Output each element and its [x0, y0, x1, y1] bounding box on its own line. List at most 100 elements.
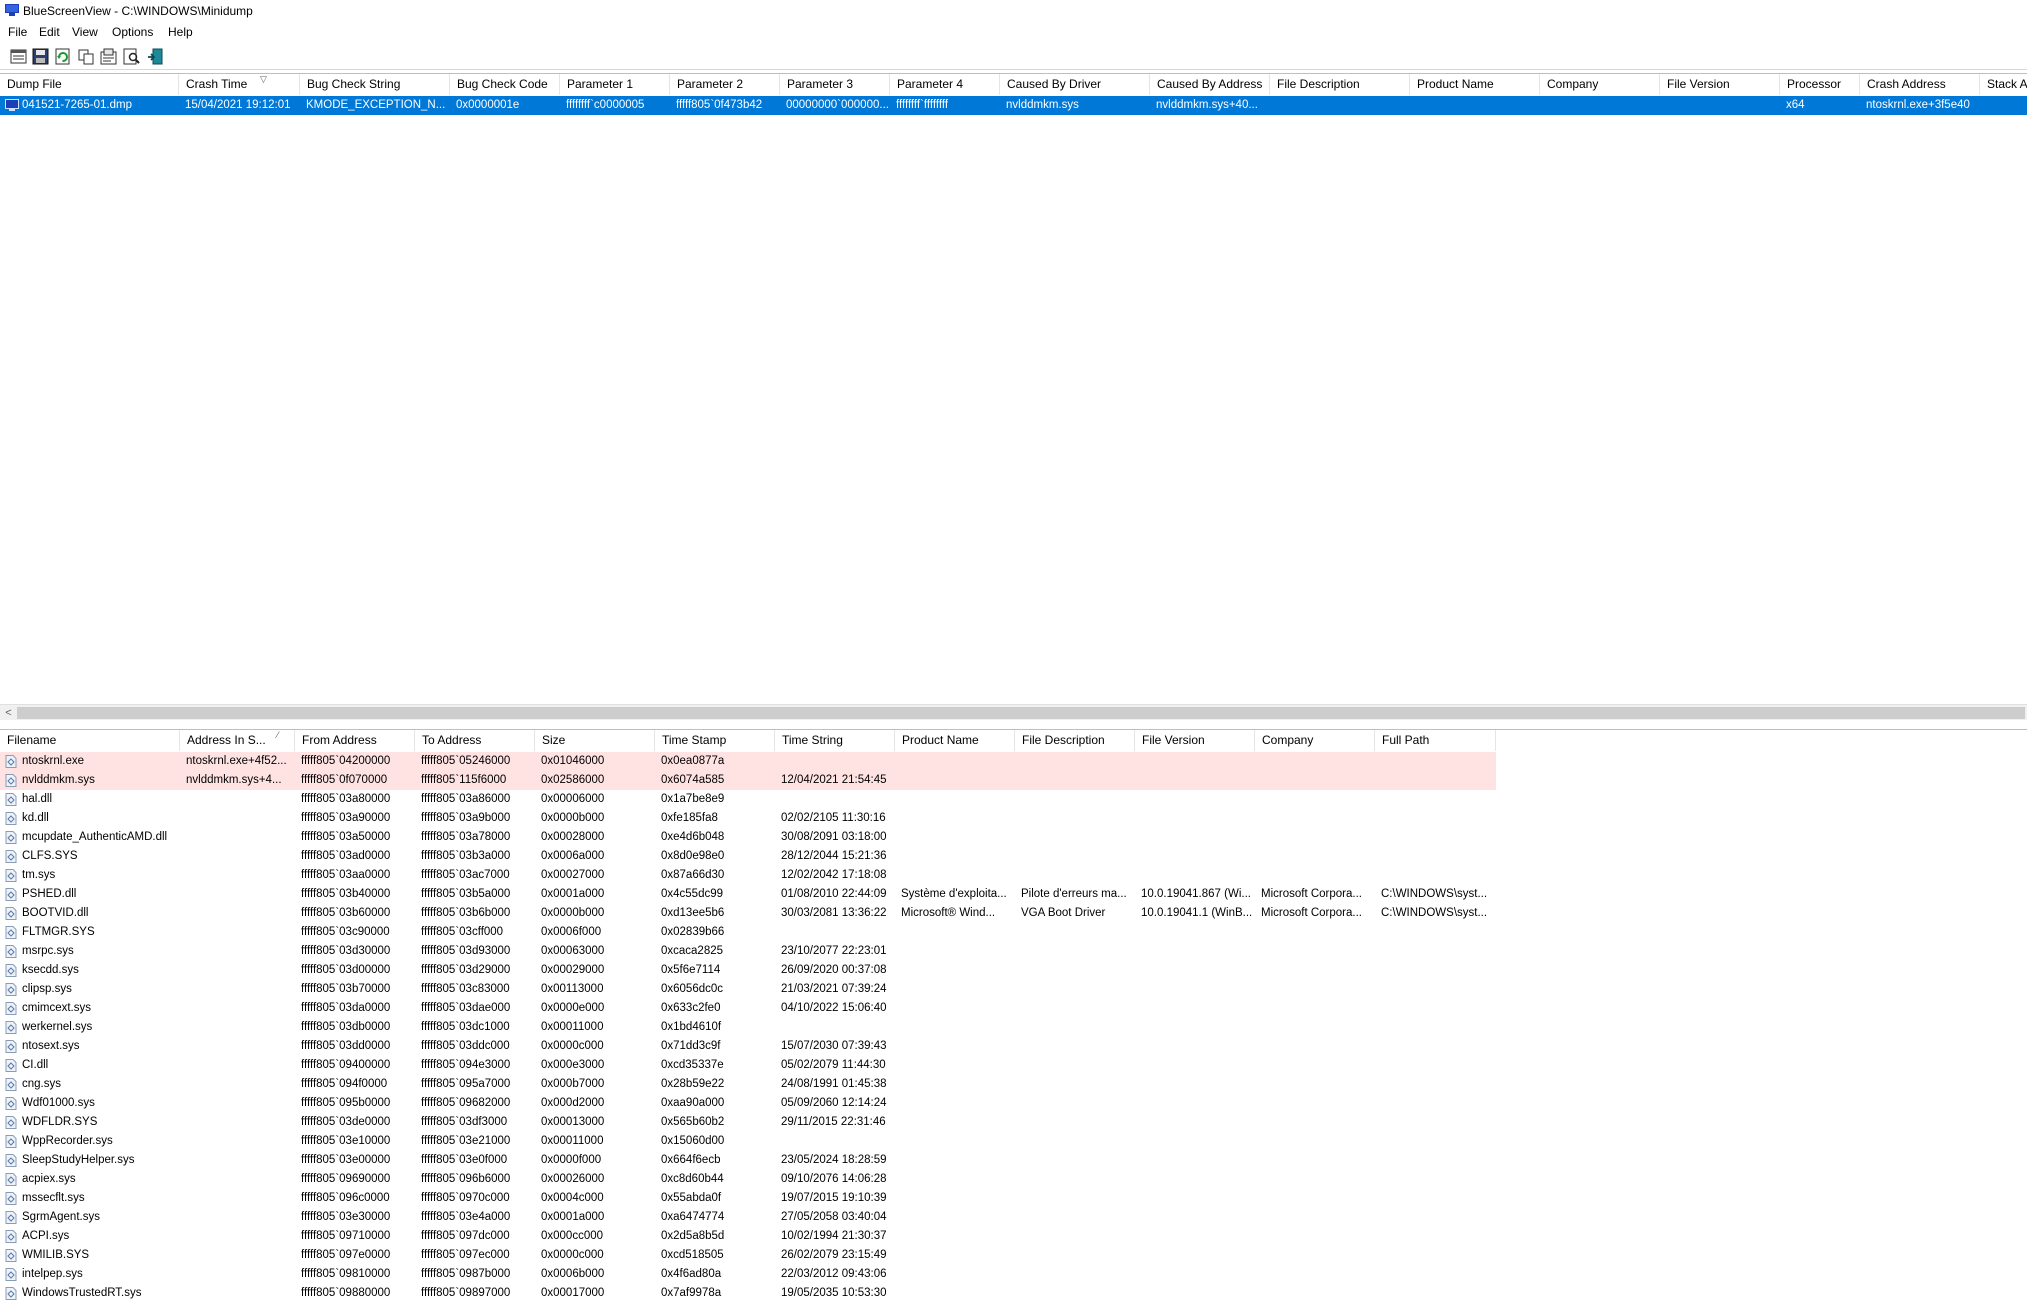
column-header[interactable]: Size	[535, 730, 655, 751]
column-header[interactable]: From Address	[295, 730, 415, 751]
module-row[interactable]: kd.dll fffff805`03a90000 fffff805`03a9b000…	[0, 809, 2027, 828]
copy-button[interactable]	[77, 47, 96, 66]
module-row[interactable]: ntoskrnl.exe ntoskrnl.exe+4f52... fffff805…	[0, 752, 2027, 771]
cell	[1375, 1018, 1496, 1037]
column-header[interactable]: Processor	[1780, 74, 1860, 95]
column-header[interactable]: Parameter 1	[560, 74, 670, 95]
cell: fffff805`09897000	[421, 1287, 511, 1299]
module-row[interactable]: werkernel.sys fffff805`03db0000 fffff805`0…	[0, 1018, 2027, 1037]
cell	[180, 790, 295, 809]
module-list[interactable]: Filename Address In S... From Address To…	[0, 729, 2027, 1305]
dump-file-list[interactable]: Dump File Crash Time Bug Check String Bu…	[0, 73, 2027, 705]
column-header[interactable]: Dump File	[0, 74, 179, 95]
column-header[interactable]: Time Stamp	[655, 730, 775, 751]
module-row[interactable]: msrpc.sys fffff805`03d30000 fffff805`03d93…	[0, 942, 2027, 961]
column-header[interactable]: Parameter 4	[890, 74, 1000, 95]
column-header[interactable]: Company	[1255, 730, 1375, 751]
column-header[interactable]: Caused By Address	[1150, 74, 1270, 95]
exit-button[interactable]	[146, 47, 165, 66]
module-row[interactable]: CLFS.SYS fffff805`03ad0000 fffff805`03b3a0…	[0, 847, 2027, 866]
module-file-icon	[5, 1040, 17, 1053]
html-report-button[interactable]	[99, 47, 118, 66]
column-header[interactable]: Product Name	[1410, 74, 1540, 95]
save-button[interactable]	[31, 47, 50, 66]
cell: fffff805`096c0000	[301, 1192, 390, 1204]
cell: cng.sys	[22, 1078, 61, 1090]
menu-view[interactable]: View	[72, 25, 98, 39]
dump-row[interactable]: 041521-7265-01.dmp 15/04/2021 19:12:01 KMO…	[0, 96, 2027, 115]
cell: fffff805`03a80000	[301, 793, 391, 805]
cell	[180, 1227, 295, 1246]
module-row[interactable]: PSHED.dll fffff805`03b40000 fffff805`03b5a…	[0, 885, 2027, 904]
module-row[interactable]: FLTMGR.SYS fffff805`03c90000 fffff805`03cf…	[0, 923, 2027, 942]
module-row[interactable]: WDFLDR.SYS fffff805`03de0000 fffff805`03df…	[0, 1113, 2027, 1132]
module-row[interactable]: WindowsTrustedRT.sys fffff805`09880000 fff…	[0, 1284, 2027, 1303]
cell: 00000000`000000...	[786, 99, 889, 111]
column-header[interactable]: File Version	[1135, 730, 1255, 751]
column-header[interactable]: Bug Check Code	[450, 74, 560, 95]
cell: 0xaa90a000	[661, 1097, 725, 1109]
module-row[interactable]: ksecdd.sys fffff805`03d00000 fffff805`03d2…	[0, 961, 2027, 980]
cell	[180, 828, 295, 847]
find-button[interactable]	[122, 47, 141, 66]
cell	[1375, 1208, 1496, 1227]
column-header[interactable]: Product Name	[895, 730, 1015, 751]
module-row[interactable]: hal.dll fffff805`03a80000 fffff805`03a8600…	[0, 790, 2027, 809]
module-row[interactable]: cng.sys fffff805`094f0000 fffff805`095a700…	[0, 1075, 2027, 1094]
column-header[interactable]: File Description	[1270, 74, 1410, 95]
column-header[interactable]: Crash Address	[1860, 74, 1980, 95]
refresh-button[interactable]	[53, 47, 72, 66]
column-header[interactable]: Parameter 3	[780, 74, 890, 95]
column-header[interactable]: Bug Check String	[300, 74, 450, 95]
menu-options[interactable]: Options	[112, 25, 153, 39]
column-header[interactable]: To Address	[415, 730, 535, 751]
cell	[1255, 923, 1375, 942]
cell	[1375, 1189, 1496, 1208]
module-row[interactable]: Wdf01000.sys fffff805`095b0000 fffff805`09…	[0, 1094, 2027, 1113]
module-row[interactable]: WppRecorder.sys fffff805`03e10000 fffff805…	[0, 1132, 2027, 1151]
column-header[interactable]: File Version	[1660, 74, 1780, 95]
cell: fffff805`09880000	[301, 1287, 391, 1299]
module-row[interactable]: mssecflt.sys fffff805`096c0000 fffff805`09…	[0, 1189, 2027, 1208]
menu-edit[interactable]: Edit	[39, 25, 60, 39]
module-row[interactable]: mcupdate_AuthenticAMD.dll fffff805`03a500…	[0, 828, 2027, 847]
column-header[interactable]: Stack A	[1980, 74, 2027, 95]
menu-file[interactable]: File	[8, 25, 27, 39]
module-row[interactable]: clipsp.sys fffff805`03b70000 fffff805`03c8…	[0, 980, 2027, 999]
module-row[interactable]: CI.dll fffff805`09400000 fffff805`094e3000…	[0, 1056, 2027, 1075]
cell: 0x00027000	[541, 869, 605, 881]
column-header[interactable]: Caused By Driver	[1000, 74, 1150, 95]
module-row[interactable]: BOOTVID.dll fffff805`03b60000 fffff805`03b…	[0, 904, 2027, 923]
module-row[interactable]: SleepStudyHelper.sys fffff805`03e00000 fff…	[0, 1151, 2027, 1170]
cell: BOOTVID.dll	[22, 907, 89, 919]
cell: fffff805`04200000	[301, 755, 391, 767]
module-row[interactable]: acpiex.sys fffff805`09690000 fffff805`096b…	[0, 1170, 2027, 1189]
column-header[interactable]: Parameter 2	[670, 74, 780, 95]
scroll-left-icon[interactable]: <	[0, 705, 17, 721]
column-header[interactable]: Full Path	[1375, 730, 1496, 751]
module-file-icon	[5, 888, 17, 901]
module-row[interactable]: tm.sys fffff805`03aa0000 fffff805`03ac7000…	[0, 866, 2027, 885]
properties-button[interactable]	[9, 47, 28, 66]
menu-help[interactable]: Help	[168, 25, 193, 39]
cell: fffff805`097dc000	[421, 1230, 510, 1242]
module-row[interactable]: cmimcext.sys fffff805`03da0000 fffff805`03…	[0, 999, 2027, 1018]
cell: werkernel.sys	[22, 1021, 93, 1033]
cell: 0xfe185fa8	[661, 812, 718, 824]
module-row[interactable]: ACPI.sys fffff805`09710000 fffff805`097dc0…	[0, 1227, 2027, 1246]
scrollbar-thumb[interactable]	[17, 707, 2025, 719]
module-file-icon	[5, 831, 17, 844]
module-row[interactable]: SgrmAgent.sys fffff805`03e30000 fffff805`0…	[0, 1208, 2027, 1227]
module-row[interactable]: WMILIB.SYS fffff805`097e0000 fffff805`097e…	[0, 1246, 2027, 1265]
column-header[interactable]: Time String	[775, 730, 895, 751]
cell	[180, 904, 295, 923]
column-header[interactable]: Crash Time	[179, 74, 300, 95]
cell: fffff805`03df3000	[421, 1116, 508, 1128]
module-row[interactable]: nvlddmkm.sys nvlddmkm.sys+4... fffff805`0f…	[0, 771, 2027, 790]
module-row[interactable]: intelpep.sys fffff805`09810000 fffff805`09…	[0, 1265, 2027, 1284]
column-header[interactable]: File Description	[1015, 730, 1135, 751]
column-header[interactable]: Filename	[0, 730, 180, 751]
horizontal-scrollbar[interactable]: <	[0, 704, 2027, 721]
column-header[interactable]: Company	[1540, 74, 1660, 95]
module-row[interactable]: ntosext.sys fffff805`03dd0000 fffff805`03d…	[0, 1037, 2027, 1056]
